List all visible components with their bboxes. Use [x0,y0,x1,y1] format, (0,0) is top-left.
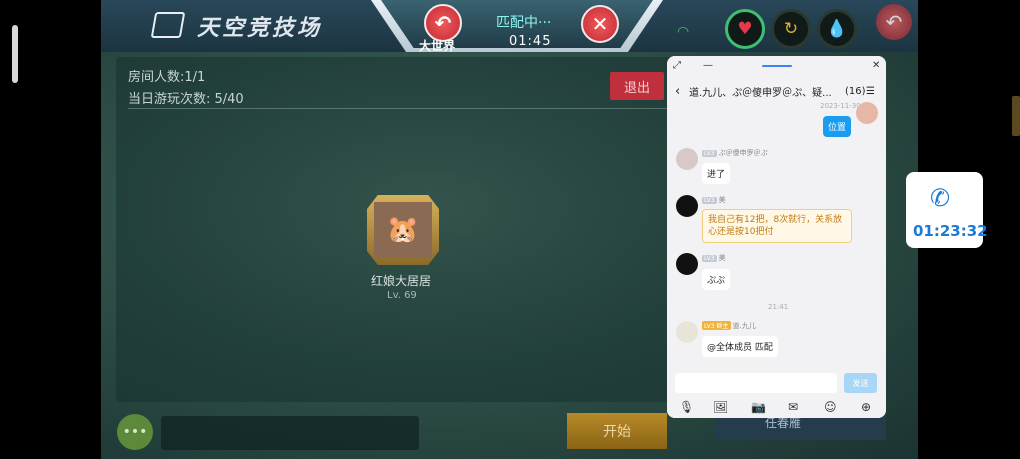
avatar[interactable] [676,195,698,217]
image-icon[interactable]: 🖼 [713,400,728,414]
player-name: 红娘大居居 [371,274,432,288]
daily-plays: 当日游玩次数: 5/40 [128,92,244,107]
chat-message: 我自己有12把，8次就行，关系放心还是按10把付 [702,209,852,243]
player-avatar[interactable]: 🐹 [374,202,432,258]
exit-arena-button[interactable]: ↶ [876,4,912,40]
chat-message: 位置 [823,116,852,137]
refresh-icon: ↻ [783,19,799,39]
more-dots-icon: ••• [122,424,148,440]
signal-icon: ◠ [677,24,690,40]
water-stat-button[interactable]: 💧 [817,9,857,49]
chat-header: ‹ 道.九儿、ぷ＠傻申罗＠ぷ、疑... (16) ☰ [667,78,886,104]
matching-status: 匹配中··· [496,15,552,31]
chat-input-bar: 发送 🎙 🖼 📷 ✉ ☺ ⊕ [667,370,886,418]
member-count: (16) [845,85,866,97]
red-packet-icon[interactable]: ✉ [788,400,798,414]
heart-stat-button[interactable]: ♥ [725,9,765,49]
emoji-icon[interactable]: ☺ [824,400,837,414]
message-meta: LV3 群主 道.九儿 [702,321,756,331]
sender-name: ぷ＠傻申罗＠ぷ [718,149,768,157]
cancel-match-button[interactable]: ✕ [581,5,619,43]
menu-icon[interactable]: ☰ [866,86,875,97]
sender-name: 美 [718,254,726,262]
drag-handle[interactable] [762,65,792,67]
water-drop-icon: 💧 [826,19,848,39]
player-level: Lv. 69 [387,290,417,301]
room-count: 房间人数:1/1 [128,70,206,85]
chat-message: ぷぷ [702,269,731,290]
edge-widget-icon[interactable] [1012,96,1020,136]
game-chat-input[interactable] [161,416,419,450]
start-button[interactable]: 开始 [567,413,667,449]
camera-icon[interactable]: 📷 [751,400,766,414]
avatar[interactable] [676,253,698,275]
minimize-icon[interactable]: — [703,60,713,71]
level-tag: LV3 [702,150,717,157]
phone-icon: ✆ [930,184,951,212]
avatar[interactable] [676,148,698,170]
send-button[interactable]: 发送 [844,373,877,393]
avatar[interactable] [856,102,878,124]
heart-icon: ♥ [737,19,753,39]
chat-toggle-button[interactable]: ••• [117,414,153,450]
message-meta: LV3 ぷ＠傻申罗＠ぷ [702,148,768,158]
chat-message: 进了 [702,163,731,184]
refresh-stat-button[interactable]: ↻ [771,9,811,49]
close-window-icon[interactable]: ✕ [872,60,880,71]
level-tag: LV3 [702,197,717,204]
message-meta: LV3 美 [702,253,726,263]
window-controls [667,56,886,78]
call-duration: 01:23:32 [913,222,988,240]
back-icon[interactable]: ‹ [675,84,680,99]
timestamp: 2023-11-30 [820,102,861,110]
return-arrow-icon: ↶ [885,10,903,34]
call-widget[interactable]: ✆ 01:23:32 [906,172,988,248]
chat-overlay-window: ⤢ — ✕ ‹ 道.九儿、ぷ＠傻申罗＠ぷ、疑... (16) ☰ 2023-11… [667,56,886,418]
group-title: 道.九儿、ぷ＠傻申罗＠ぷ、疑... [689,87,832,99]
world-label: 大世界 [419,39,456,53]
quit-room-button[interactable]: 退出 [610,72,664,100]
timestamp: 21:41 [768,303,789,311]
arena-title: 天空竞技场 [197,16,323,41]
capybara-icon: 🐹 [386,215,420,245]
chat-message: @全体成员 匹配 [702,336,778,357]
match-timer: 01:45 [509,34,552,49]
chat-text-input[interactable] [675,373,837,393]
microphone-icon[interactable]: 🎙 [679,400,694,414]
sender-name: 美 [718,196,726,204]
message-meta: LV3 美 [702,195,726,205]
back-arrow-icon: ↶ [434,11,452,35]
level-tag: LV3 [702,255,717,262]
close-icon: ✕ [591,12,609,36]
system-edge-handle[interactable] [12,25,18,83]
avatar[interactable] [676,321,698,343]
sender-name: 道.九儿 [732,322,756,330]
divider [128,108,668,109]
plus-icon[interactable]: ⊕ [861,400,871,414]
arena-logo-icon [150,12,186,38]
level-tag: LV3 群主 [702,321,731,330]
expand-icon[interactable]: ⤢ [673,60,681,71]
